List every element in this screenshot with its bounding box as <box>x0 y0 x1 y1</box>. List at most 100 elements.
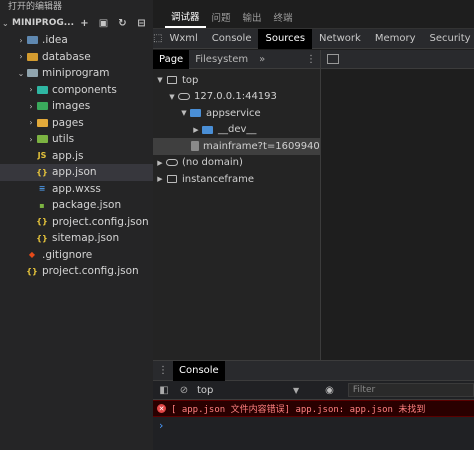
sidebar-toggle-icon[interactable]: ◧ <box>157 385 171 396</box>
folder-icon <box>36 101 48 111</box>
file-tree-label: miniprogram <box>42 67 110 80</box>
panel-tab-4[interactable]: 终端 <box>268 10 299 28</box>
tab-network[interactable]: Network <box>312 29 368 49</box>
triangle-down-icon: ▼ <box>181 109 187 118</box>
new-folder-button[interactable]: ▣ <box>96 17 111 30</box>
file-tree-item-app-js[interactable]: JS app.js <box>0 148 153 165</box>
console-drawer: ⋮ Console ◧ ⊘ top ▼ ◉ Filter ✕ [ app.jso… <box>153 360 474 450</box>
cloud-icon <box>177 93 190 101</box>
sources-tree-item[interactable]: mainframe?t=160994059157 <box>153 138 320 155</box>
tab-console[interactable]: Console <box>173 360 225 381</box>
navigator-tabs: Page Filesystem» ⋮ <box>153 49 320 69</box>
tab-filesystem[interactable]: Filesystem <box>189 50 254 69</box>
refresh-button[interactable]: ↻ <box>115 17 130 30</box>
file-tree-label: project.config.json <box>52 215 149 228</box>
source-editor <box>321 50 474 360</box>
tab-sources[interactable]: Sources <box>258 28 313 49</box>
sources-tree-item[interactable]: ▶ instanceframe <box>153 171 320 188</box>
chevron-down-icon: ▼ <box>293 385 300 395</box>
context-select[interactable]: top <box>197 385 287 396</box>
file-tree-label: images <box>52 100 91 113</box>
more-tabs-button[interactable]: » <box>254 54 270 65</box>
file-tree-label: app.wxss <box>52 182 101 195</box>
eye-icon[interactable]: ◉ <box>325 385 334 396</box>
file-tree-item-images[interactable]: › images <box>0 98 153 115</box>
open-editors-header[interactable]: 打开的编辑器 <box>0 0 153 15</box>
error-icon: ✕ <box>157 404 166 413</box>
file-tree-item-app-json[interactable]: {} app.json <box>0 164 153 181</box>
tab-console[interactable]: Console <box>205 29 259 49</box>
file-tree-item-database[interactable]: › database <box>0 49 153 66</box>
chevron-right-icon: › <box>29 101 33 111</box>
file-tree-item-idea[interactable]: › .idea <box>0 32 153 49</box>
sources-tree-item[interactable]: ▶ (no domain) <box>153 155 320 172</box>
file-tree-label: sitemap.json <box>52 232 120 245</box>
navigator-menu-icon[interactable]: ⋮ <box>306 54 320 65</box>
sources-tree-label: __dev__ <box>218 124 257 136</box>
collapse-all-button[interactable]: ⊟ <box>134 17 149 30</box>
new-file-button[interactable]: + <box>77 17 92 30</box>
console-error-message: ✕ [ app.json 文件内容错误] app.json: app.json … <box>153 400 474 417</box>
css-file-icon: ≡ <box>38 184 46 194</box>
panel-tab-3[interactable]: 输出 <box>237 10 268 28</box>
sources-tree-label: instanceframe <box>182 173 255 185</box>
triangle-down-icon: ▼ <box>169 92 175 101</box>
file-tree-label: project.config.json <box>42 265 139 278</box>
panel-tabs: 调试器 问题 输出 终端 <box>153 0 474 29</box>
file-tree-item-package-json[interactable]: ▪ package.json <box>0 197 153 214</box>
sources-tree-label: mainframe?t=160994059157 <box>203 140 320 152</box>
json-file-icon: {} <box>26 266 38 276</box>
file-tree-item-sitemap-json[interactable]: {} sitemap.json <box>0 230 153 247</box>
sources-tree-item[interactable]: ▼ top <box>153 72 320 89</box>
chevron-right-icon: › <box>29 85 33 95</box>
file-tree-item-project-config-json[interactable]: {} project.config.json <box>0 214 153 231</box>
file-tree: › .idea › database ⌄ miniprogram › components › i… <box>0 32 153 280</box>
file-icon <box>191 141 199 152</box>
chevron-right-icon: › <box>29 118 33 128</box>
json-file-icon: {} <box>36 167 48 177</box>
sources-tree-label: 127.0.0.1:44193 <box>194 91 277 103</box>
folder-icon <box>26 52 38 62</box>
file-tree-item-utils[interactable]: › utils <box>0 131 153 148</box>
sources-navigator: Page Filesystem» ⋮ ▼ top ▼ 127.0.0.1:44193 ▼ ap… <box>153 49 321 360</box>
sources-tree-label: (no domain) <box>182 157 243 169</box>
inspect-element-icon[interactable]: ⬚ <box>153 33 162 44</box>
sources-tree-label: top <box>182 74 199 86</box>
tab-page[interactable]: Page <box>153 49 190 69</box>
project-name: MINIPROG... <box>12 18 75 28</box>
sources-tree-item[interactable]: ▼ appservice <box>153 105 320 122</box>
sources-tree-item[interactable]: ▼ 127.0.0.1:44193 <box>153 89 320 106</box>
file-tree-label: app.js <box>52 149 84 162</box>
tab-memory[interactable]: Memory <box>368 29 423 49</box>
chevron-right-icon: › <box>19 35 23 45</box>
chevron-down-icon: ⌄ <box>17 68 25 78</box>
pkg-file-icon: ▪ <box>39 200 45 210</box>
devtools-tabs: ⬚ Wxml Console Sources Network Memory Securit… <box>153 28 474 49</box>
chevron-down-icon: ⌄ <box>2 18 9 28</box>
clear-console-icon[interactable]: ⊘ <box>177 385 191 396</box>
tab-security[interactable]: Security <box>422 29 474 49</box>
file-tree-item-gitignore[interactable]: ◆ .gitignore <box>0 247 153 264</box>
file-tree-item-project-config-json[interactable]: {} project.config.json <box>0 263 153 280</box>
toggle-navigator-icon[interactable] <box>327 54 339 64</box>
folder-icon <box>36 118 48 128</box>
project-header[interactable]: ⌄ MINIPROG... + ▣ ↻ ⊟ <box>0 15 153 31</box>
filter-input[interactable]: Filter <box>347 383 474 397</box>
panel-tab-2[interactable]: 问题 <box>206 10 237 28</box>
folder-icon <box>36 85 48 95</box>
cloud-icon <box>165 159 178 167</box>
drawer-menu-icon[interactable]: ⋮ <box>153 365 173 376</box>
triangle-right-icon: ▶ <box>157 175 163 184</box>
panel-tab-1[interactable]: 调试器 <box>165 9 206 28</box>
sources-tree-item[interactable]: ▶ __dev__ <box>153 122 320 139</box>
file-tree-item-app-wxss[interactable]: ≡ app.wxss <box>0 181 153 198</box>
file-tree-item-components[interactable]: › components <box>0 82 153 99</box>
file-tree-item-miniprogram[interactable]: ⌄ miniprogram <box>0 65 153 82</box>
tab-wxml[interactable]: Wxml <box>162 29 204 49</box>
file-tree-item-pages[interactable]: › pages <box>0 115 153 132</box>
explorer-toolbar: + ▣ ↻ ⊟ <box>77 17 153 30</box>
console-prompt[interactable]: › <box>153 417 474 433</box>
folder-icon <box>189 109 202 118</box>
prompt-chevron-icon: › <box>159 418 164 432</box>
frame-icon <box>165 175 178 184</box>
